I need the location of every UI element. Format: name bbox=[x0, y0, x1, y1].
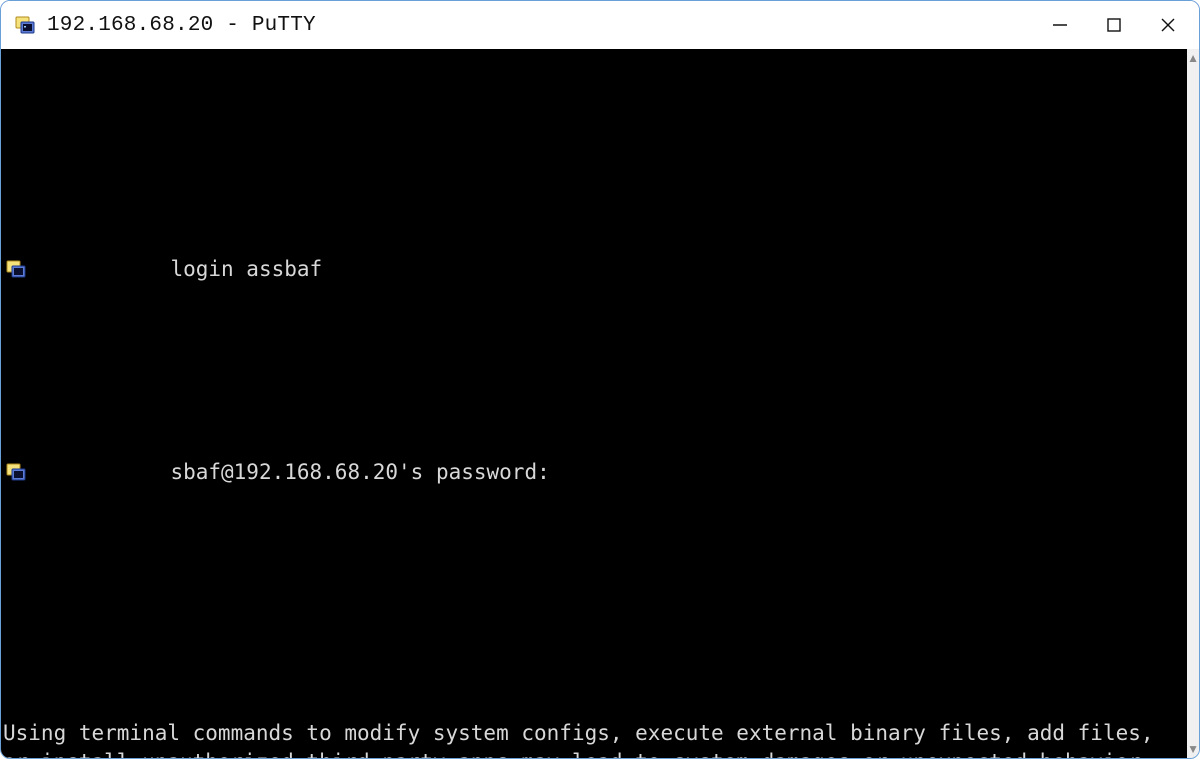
terminal-line: login assbaf bbox=[170, 257, 322, 281]
close-button[interactable] bbox=[1141, 3, 1195, 47]
terminal-output[interactable]: login assbaf sbaf@192.168.68.20's passwo… bbox=[1, 49, 1187, 758]
maximize-button[interactable] bbox=[1087, 3, 1141, 47]
titlebar: 192.168.68.20 - PuTTY bbox=[1, 1, 1199, 49]
putty-icon bbox=[15, 14, 37, 36]
terminal-line: Using terminal commands to modify system… bbox=[3, 719, 1183, 758]
minimize-button[interactable] bbox=[1033, 3, 1087, 47]
terminal-line: sbaf@192.168.68.20's password: bbox=[170, 460, 549, 484]
putty-window: 192.168.68.20 - PuTTY bbox=[0, 0, 1200, 759]
window-title: 192.168.68.20 - PuTTY bbox=[47, 14, 316, 37]
scroll-up-icon[interactable]: ▲ bbox=[1187, 52, 1199, 64]
putty-line-icon bbox=[6, 403, 28, 425]
scroll-down-icon[interactable]: ▼ bbox=[1187, 743, 1199, 755]
window-body: login assbaf sbaf@192.168.68.20's passwo… bbox=[1, 49, 1199, 758]
putty-line-icon bbox=[6, 200, 28, 222]
vertical-scrollbar[interactable]: ▲ ▼ bbox=[1187, 49, 1199, 758]
